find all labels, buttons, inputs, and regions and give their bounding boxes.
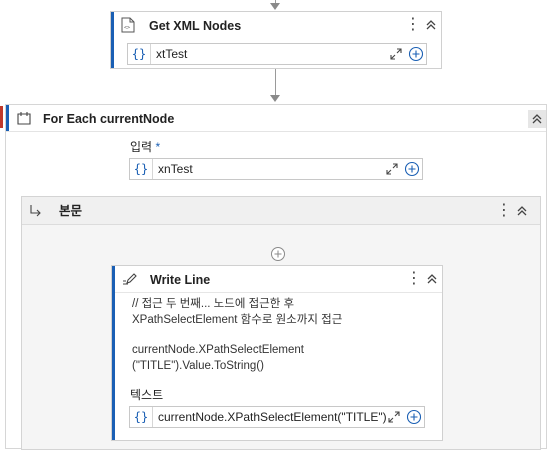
input-label: 입력 * — [130, 140, 161, 154]
get-xml-nodes-title: Get XML Nodes — [149, 19, 242, 33]
add-value-icon[interactable] — [404, 161, 420, 177]
write-line-header[interactable]: Write Line ⋮ — [112, 266, 442, 292]
for-each-input-value[interactable]: xnTest — [158, 159, 193, 179]
expression-icon[interactable]: {} — [128, 44, 151, 64]
get-xml-nodes-activity[interactable]: <> Get XML Nodes ⋮ {} xtTest — [110, 11, 442, 69]
for-each-activity[interactable]: For Each currentNode 입력 * {} xnTest 본문 ⋮ — [5, 104, 547, 450]
comment-line-5: ("TITLE").Value.ToString() — [132, 360, 264, 372]
write-line-icon — [121, 272, 137, 286]
text-label: 텍스트 — [130, 388, 164, 402]
write-line-activity[interactable]: Write Line ⋮ // 접근 두 번째... 노드에 접근한 후 XPa… — [111, 265, 443, 441]
add-activity-icon[interactable] — [270, 246, 286, 262]
body-sequence[interactable]: 본문 ⋮ Write Line ⋮ // 접근 두 번째... 노드에 접근한 … — [21, 196, 541, 450]
get-xml-nodes-field[interactable]: {} xtTest — [127, 43, 427, 65]
write-line-text-value[interactable]: currentNode.XPathSelectElement("TITLE") — [158, 407, 387, 427]
body-menu-icon[interactable]: ⋮ — [496, 203, 512, 219]
middle-connector-arrow — [270, 95, 280, 102]
write-line-text-field[interactable]: {} currentNode.XPathSelectElement("TITLE… — [129, 406, 425, 428]
get-xml-nodes-header[interactable]: <> Get XML Nodes ⋮ — [111, 12, 441, 38]
xml-file-icon: <> — [121, 17, 135, 33]
breakpoint-marker — [0, 106, 3, 128]
add-value-icon[interactable] — [406, 409, 422, 425]
for-each-icon — [16, 111, 32, 125]
middle-connector-line — [275, 69, 276, 95]
expand-editor-icon[interactable] — [387, 410, 401, 424]
write-line-title: Write Line — [150, 273, 211, 287]
for-each-input-field[interactable]: {} xnTest — [129, 158, 423, 180]
write-line-menu-icon[interactable]: ⋮ — [406, 271, 422, 287]
expand-editor-icon[interactable] — [385, 162, 399, 176]
expression-icon[interactable]: {} — [130, 407, 153, 427]
get-xml-nodes-value[interactable]: xtTest — [156, 44, 187, 64]
expression-icon[interactable]: {} — [130, 159, 153, 179]
body-icon — [29, 204, 43, 218]
svg-text:<>: <> — [124, 25, 130, 31]
for-each-title: For Each currentNode — [43, 112, 175, 126]
comment-line-1: // 접근 두 번째... 노드에 접근한 후 — [132, 298, 295, 310]
add-value-icon[interactable] — [408, 46, 424, 62]
body-collapse-icon[interactable] — [515, 204, 531, 220]
get-xml-nodes-menu-icon[interactable]: ⋮ — [405, 17, 421, 33]
comment-line-4: currentNode.XPathSelectElement — [132, 344, 304, 356]
get-xml-nodes-collapse-icon[interactable] — [424, 18, 440, 34]
body-title: 본문 — [59, 204, 83, 218]
expand-editor-icon[interactable] — [389, 47, 403, 61]
for-each-collapse-icon[interactable] — [528, 110, 546, 128]
comment-line-2: XPathSelectElement 함수로 원소까지 접근 — [132, 314, 343, 326]
top-connector-arrow — [270, 3, 280, 10]
write-line-collapse-icon[interactable] — [425, 272, 441, 288]
body-header[interactable]: 본문 ⋮ — [22, 197, 540, 225]
for-each-header[interactable]: For Each currentNode — [6, 105, 546, 131]
